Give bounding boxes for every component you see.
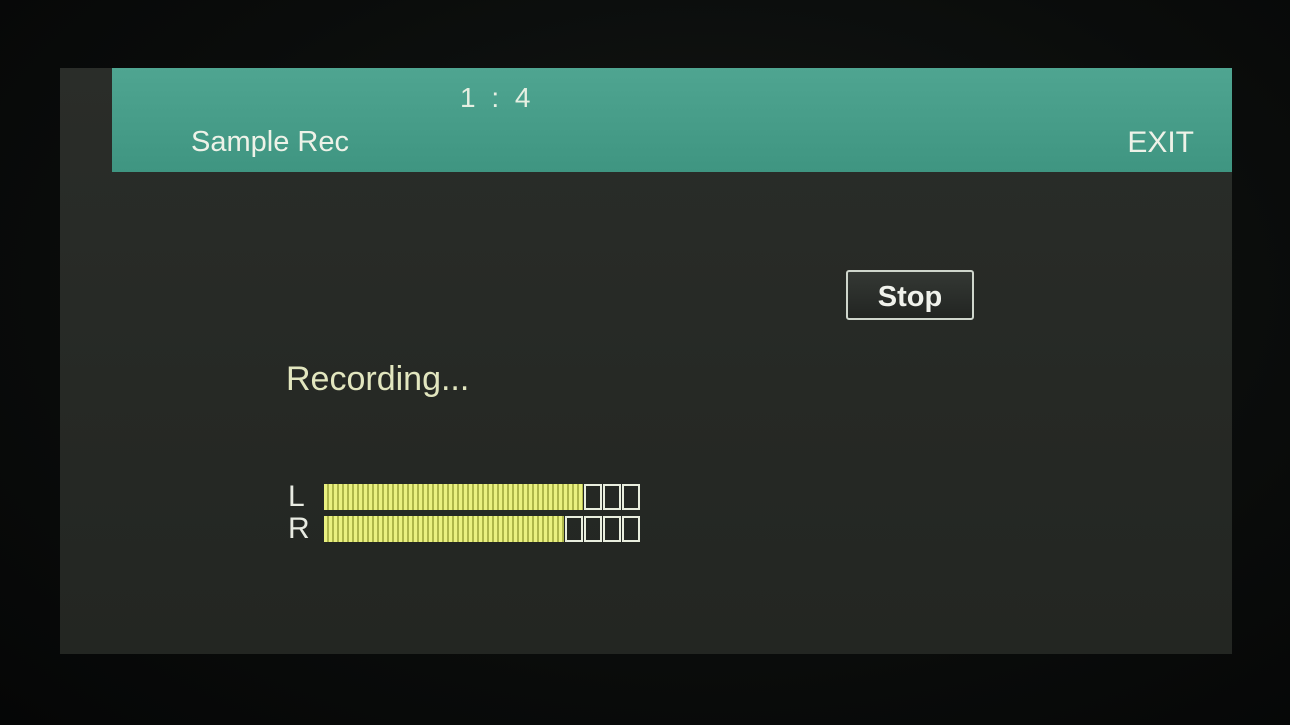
meter-empty-segment — [622, 484, 640, 510]
level-meter-left — [324, 484, 640, 510]
meter-empty-segment — [584, 516, 602, 542]
meter-empty-segment — [603, 516, 621, 542]
position-indicator: 1 : 4 — [460, 82, 535, 113]
device-screen: 1 : 4 Sample Rec EXIT Stop Recording... … — [60, 68, 1232, 654]
meter-empty-segment — [584, 484, 602, 510]
header-bar: 1 : 4 Sample Rec EXIT — [112, 68, 1232, 172]
meter-empty-segment — [622, 516, 640, 542]
meter-label-right: R — [288, 512, 310, 545]
meter-fill-left — [324, 484, 583, 510]
exit-button[interactable]: EXIT — [1127, 126, 1194, 160]
page-title: Sample Rec — [191, 126, 349, 158]
level-meter-right — [324, 516, 640, 542]
meter-fill-right — [324, 516, 564, 542]
meter-empty-segment — [565, 516, 583, 542]
recording-status-text: Recording... — [286, 360, 470, 398]
device-bezel: 1 : 4 Sample Rec EXIT Stop Recording... … — [0, 0, 1290, 725]
meter-label-left: L — [288, 480, 305, 513]
stop-button[interactable]: Stop — [846, 270, 974, 320]
meter-empty-segment — [603, 484, 621, 510]
